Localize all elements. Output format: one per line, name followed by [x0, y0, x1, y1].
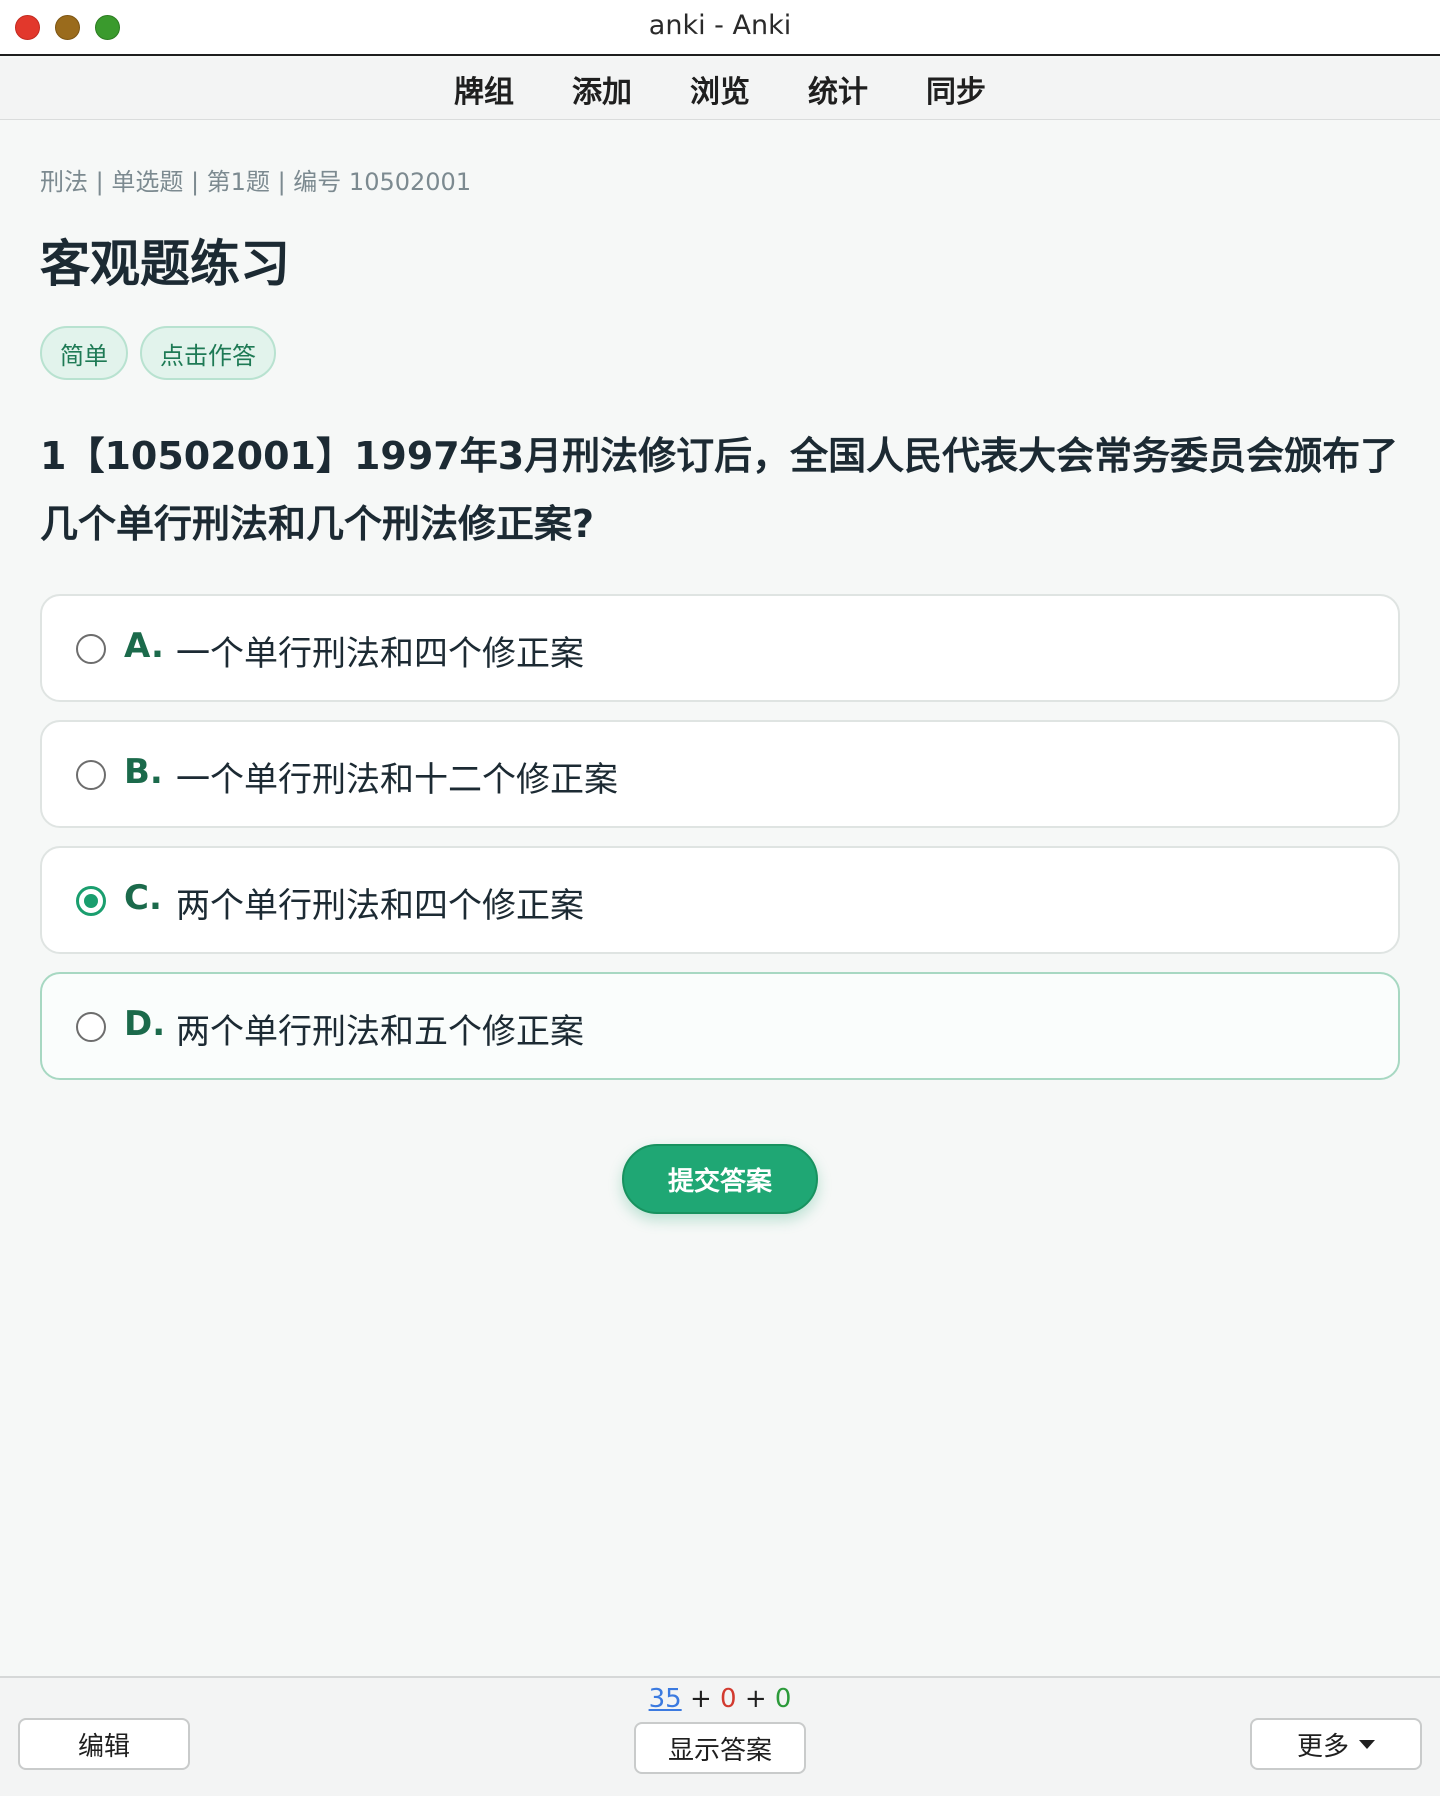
- review-count: 0: [774, 1684, 792, 1714]
- option-c[interactable]: C. 两个单行刑法和四个修正案: [40, 846, 1400, 954]
- new-count[interactable]: 35: [649, 1684, 682, 1714]
- option-d[interactable]: D. 两个单行刑法和五个修正案: [40, 972, 1400, 1080]
- menu-add[interactable]: 添加: [543, 67, 661, 111]
- due-counts: 35 + 0 + 0: [0, 1684, 1440, 1714]
- show-answer-button[interactable]: 显示答案: [634, 1722, 806, 1774]
- mode-badge: 点击作答: [140, 326, 276, 380]
- edit-button[interactable]: 编辑: [18, 1718, 190, 1770]
- option-b[interactable]: B. 一个单行刑法和十二个修正案: [40, 720, 1400, 828]
- option-letter: B.: [124, 752, 163, 792]
- toolbar: 牌组 添加 浏览 统计 同步: [0, 58, 1440, 120]
- option-letter: C.: [124, 878, 162, 918]
- count-separator: +: [744, 1684, 767, 1714]
- option-text: 一个单行刑法和四个修正案: [176, 634, 584, 674]
- option-a[interactable]: A. 一个单行刑法和四个修正案: [40, 594, 1400, 702]
- more-button[interactable]: 更多: [1250, 1718, 1422, 1770]
- radio-option-a[interactable]: [76, 634, 106, 664]
- more-label: 更多: [1296, 1731, 1349, 1762]
- menu-decks[interactable]: 牌组: [425, 67, 543, 111]
- menu-sync[interactable]: 同步: [897, 67, 1015, 111]
- difficulty-badge: 简单: [40, 326, 128, 380]
- radio-option-b[interactable]: [76, 760, 106, 790]
- window-title: anki - Anki: [648, 10, 792, 41]
- tag-list: 简单 点击作答: [40, 326, 276, 380]
- question-text: 1【10502001】1997年3月刑法修订后，全国人民代表大会常务委员会颁布了…: [40, 434, 1399, 546]
- option-text: 两个单行刑法和四个修正案: [176, 886, 584, 926]
- bottom-bar: 编辑 35 + 0 + 0 显示答案 更多: [0, 1676, 1440, 1796]
- anki-window: anki - Anki 牌组 添加 浏览 统计 同步 刑法 | 单选题 | 第1…: [0, 0, 1440, 1796]
- option-letter: A.: [124, 626, 164, 666]
- radio-option-d[interactable]: [76, 1012, 106, 1042]
- count-separator: +: [689, 1684, 712, 1714]
- title-bar: anki - Anki: [0, 0, 1440, 56]
- option-list: A. 一个单行刑法和四个修正案 B. 一个单行刑法和十二个修正案 C. 两个单行…: [40, 594, 1400, 1098]
- radio-option-c[interactable]: [76, 886, 106, 916]
- submit-answer-button[interactable]: 提交答案: [622, 1144, 818, 1214]
- chevron-down-icon: [1359, 1739, 1375, 1749]
- page-title: 客观题练习: [40, 235, 290, 293]
- learn-count: 0: [720, 1684, 737, 1714]
- breadcrumb: 刑法 | 单选题 | 第1题 | 编号 10502001: [40, 168, 472, 196]
- option-text: 一个单行刑法和十二个修正案: [176, 760, 618, 800]
- option-text: 两个单行刑法和五个修正案: [176, 1012, 584, 1052]
- menu-stats[interactable]: 统计: [779, 67, 897, 111]
- option-letter: D.: [124, 1004, 166, 1044]
- menu-browse[interactable]: 浏览: [661, 67, 779, 111]
